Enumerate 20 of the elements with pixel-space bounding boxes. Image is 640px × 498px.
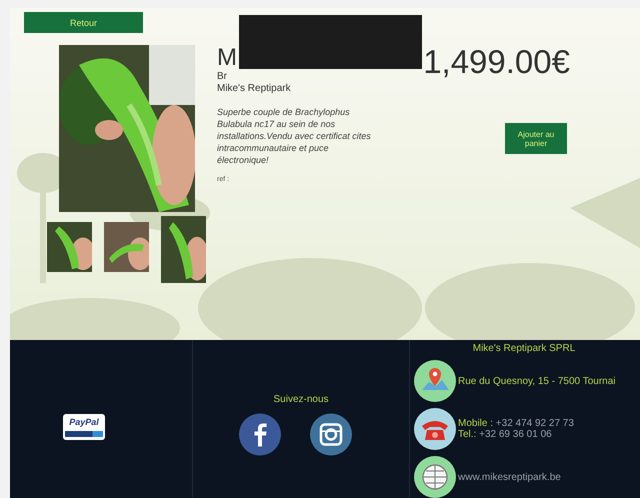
globe-icon xyxy=(414,456,456,498)
paypal-logo: PayPal xyxy=(63,414,105,440)
back-button[interactable]: Retour xyxy=(24,12,143,33)
instagram-icon[interactable] xyxy=(310,413,352,456)
telephone-icon xyxy=(414,408,456,450)
product-price: 1,499.00€ xyxy=(423,43,570,81)
phone-number: Mobile : +32 474 92 27 73 xyxy=(458,418,574,429)
follow-title: Suivez-nous xyxy=(273,394,329,405)
facebook-icon[interactable] xyxy=(238,413,280,456)
product-description: Superbe couple de Brachylophus Bulabula nc17 au sein de nos installations.Vendu avec certificat cites intracommunautaire et puce électronique! xyxy=(217,106,372,166)
map-pin-icon xyxy=(414,360,456,402)
website-link[interactable]: www.mikesreptipark.be xyxy=(458,472,561,482)
product-title: M xyxy=(217,45,238,71)
palm-leaf-drawing xyxy=(570,178,640,248)
add-to-cart-button[interactable]: Ajouter au panier xyxy=(505,123,567,154)
address-text: Rue du Quesnoy, 15 - 7500 Tournai xyxy=(458,376,616,386)
product-subtitle: Br xyxy=(217,71,228,82)
phone-number: Tel.: +32 69 36 01 06 xyxy=(458,429,553,440)
company-name: Mike's Reptipark SPRL xyxy=(472,343,576,354)
seller-name: Mike's Reptipark xyxy=(217,83,292,94)
